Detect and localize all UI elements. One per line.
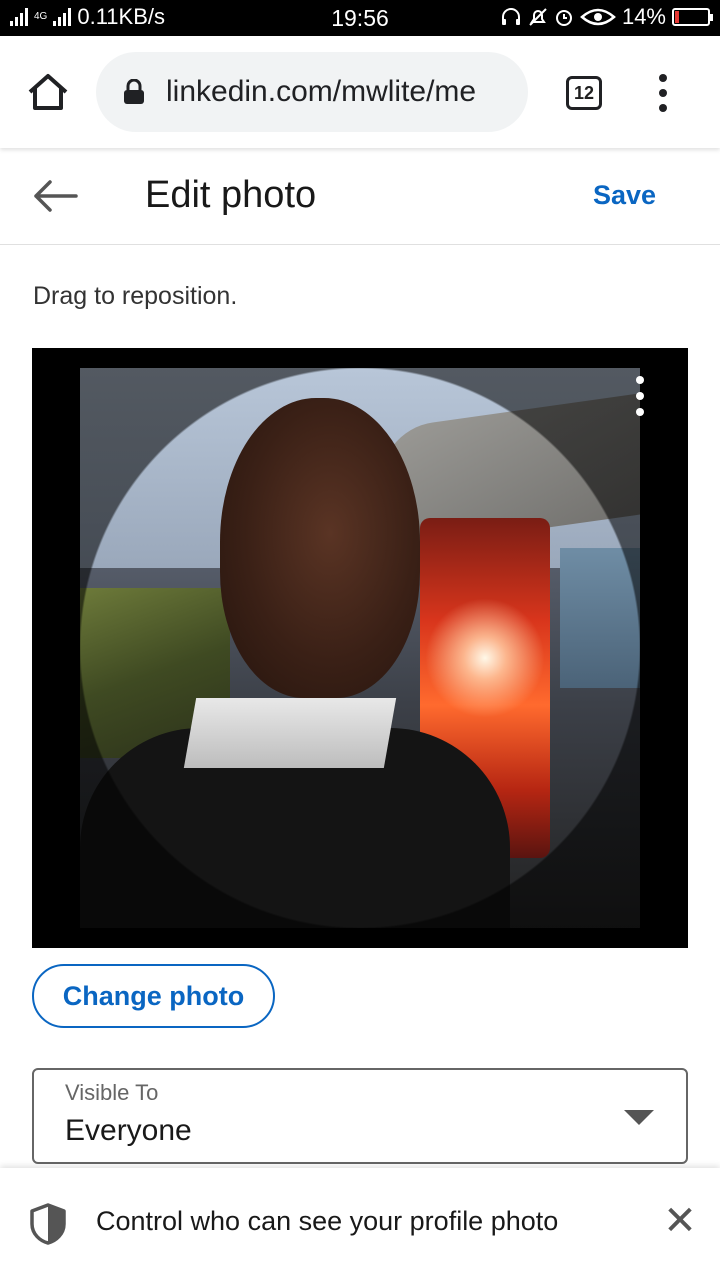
status-right: 14% (500, 4, 713, 30)
back-arrow-icon[interactable] (30, 176, 80, 216)
battery-level (675, 11, 679, 23)
profile-photo[interactable] (80, 368, 640, 928)
info-banner: Control who can see your profile photo ✕ (0, 1168, 720, 1280)
lock-icon (124, 79, 144, 104)
change-photo-button[interactable]: Change photo (32, 964, 275, 1028)
page-title: Edit photo (145, 174, 317, 216)
address-bar[interactable]: linkedin.com/mwlite/me (96, 52, 528, 132)
photo-crop-area[interactable] (32, 348, 688, 948)
browser-toolbar: linkedin.com/mwlite/me 12 (0, 36, 720, 148)
url-text: linkedin.com/mwlite/me (166, 75, 477, 108)
headset-icon (501, 8, 520, 25)
save-button[interactable]: Save (593, 180, 656, 211)
mute-icon (529, 8, 547, 26)
app-header: Edit photo Save (0, 150, 720, 245)
banner-message: Control who can see your profile photo (96, 1206, 559, 1236)
reposition-hint: Drag to reposition. (33, 282, 238, 310)
more-vert-icon[interactable] (656, 74, 670, 112)
visibility-label: Visible To (65, 1080, 159, 1105)
battery-percent: 14% (621, 4, 666, 29)
battery-icon (672, 8, 713, 26)
home-icon[interactable] (26, 72, 70, 112)
visibility-value: Everyone (65, 1114, 192, 1147)
status-bar: 4G 0.11KB/s 19:56 14% (0, 0, 720, 36)
alarm-icon (555, 10, 572, 26)
close-icon[interactable]: ✕ (662, 1201, 698, 1241)
eye-icon (580, 8, 616, 26)
dropdown-caret-icon (624, 1110, 654, 1125)
photo-options-icon[interactable] (634, 376, 646, 416)
shield-icon (30, 1203, 66, 1245)
visibility-select[interactable]: Visible To Everyone (32, 1068, 688, 1164)
tab-switcher-button[interactable]: 12 (566, 76, 602, 110)
